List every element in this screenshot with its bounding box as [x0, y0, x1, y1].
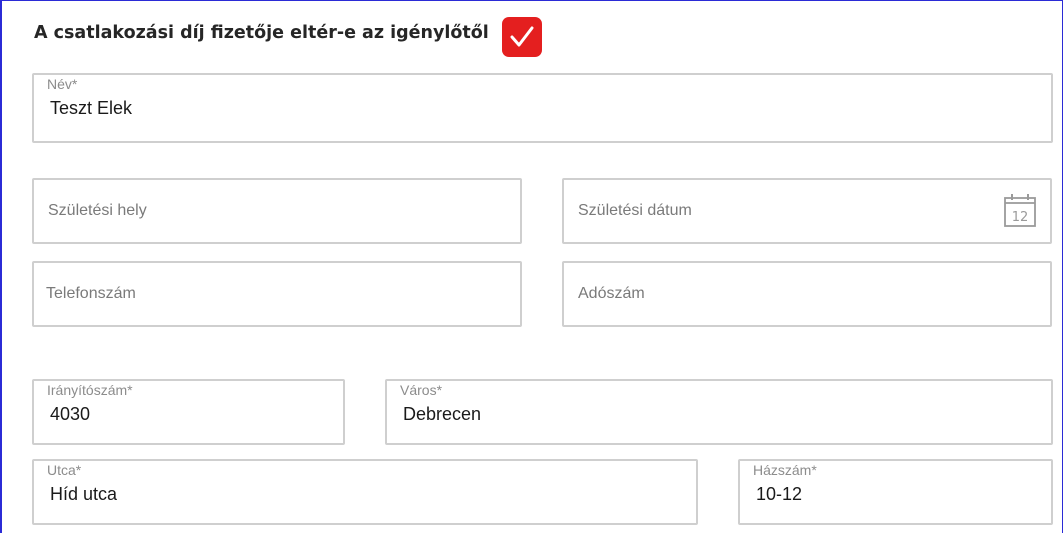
tax-number-field[interactable]: Adószám [562, 261, 1052, 327]
house-number-value: 10-12 [756, 484, 803, 504]
street-label: Utca* [47, 462, 82, 478]
house-number-field[interactable]: Házszám* 10-12 [738, 459, 1053, 525]
postal-code-label: Irányítószám* [47, 382, 133, 398]
city-field[interactable]: Város* Debrecen [385, 379, 1053, 445]
calendar-icon[interactable]: 12 [1003, 192, 1037, 228]
payer-differs-checkbox[interactable] [502, 17, 542, 57]
phone-placeholder: Telefonszám [46, 285, 136, 302]
city-label: Város* [400, 382, 443, 398]
payer-question-label: A csatlakozási díj fizetője eltér-e az i… [34, 23, 489, 43]
name-field-label: Név* [47, 76, 78, 92]
form-container: A csatlakozási díj fizetője eltér-e az i… [0, 0, 1063, 533]
calendar-icon-day: 12 [1012, 210, 1029, 225]
name-field[interactable]: Név* Teszt Elek [32, 73, 1053, 143]
tax-number-placeholder: Adószám [578, 285, 645, 302]
postal-code-field[interactable]: Irányítószám* 4030 [32, 379, 345, 445]
name-field-value: Teszt Elek [50, 98, 133, 118]
checkmark-icon [510, 26, 534, 47]
birth-date-field[interactable]: Születési dátum 12 [562, 178, 1052, 244]
birth-date-placeholder: Születési dátum [578, 202, 692, 219]
city-value: Debrecen [403, 404, 482, 424]
street-field[interactable]: Utca* Híd utca [32, 459, 698, 525]
house-number-label: Házszám* [753, 462, 817, 478]
street-value: Híd utca [50, 484, 118, 504]
birth-place-placeholder: Születési hely [48, 202, 147, 219]
phone-field[interactable]: Telefonszám [32, 261, 522, 327]
postal-code-value: 4030 [50, 404, 91, 424]
birth-place-field[interactable]: Születési hely [32, 178, 522, 244]
